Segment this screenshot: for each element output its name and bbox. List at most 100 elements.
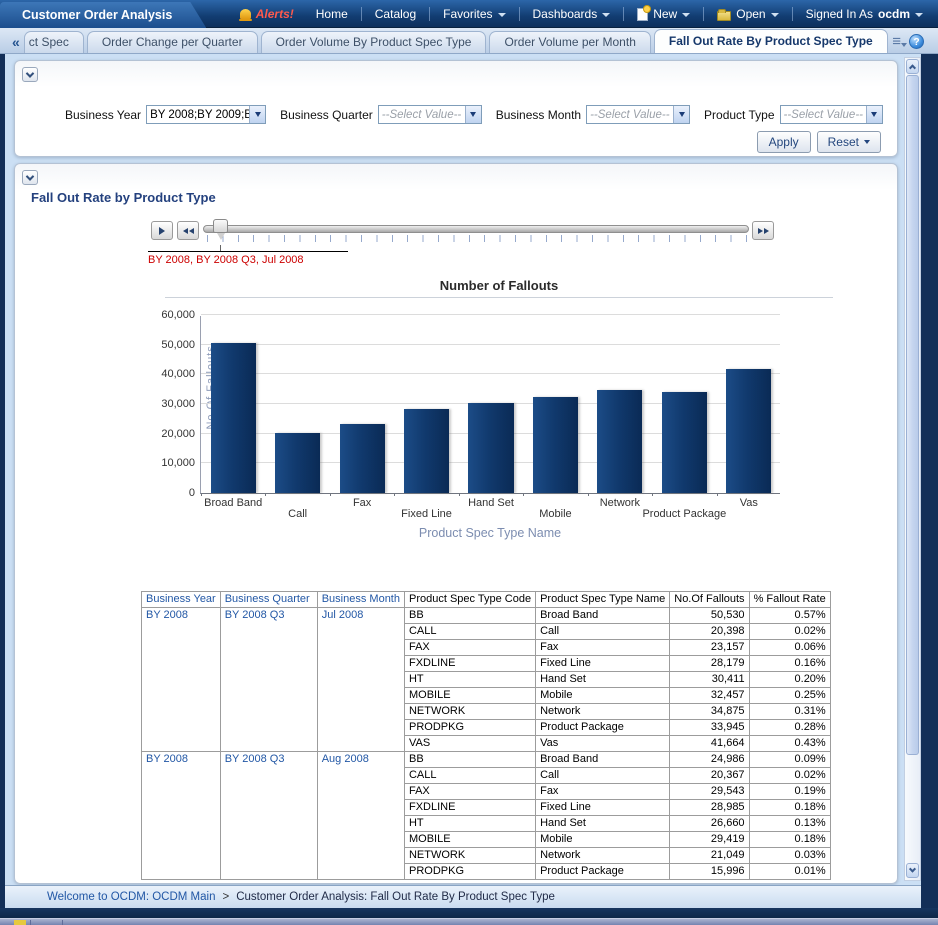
table-cell: 0.02% [749, 768, 830, 784]
nav-dashboards[interactable]: Dashboards [524, 7, 620, 21]
column-header[interactable]: Business Month [317, 592, 404, 608]
chart-title-rule [165, 297, 833, 298]
table-cell: 30,411 [670, 672, 749, 688]
column-header[interactable]: % Fallout Rate [749, 592, 830, 608]
dashboard-tabbar: « ct Spec Order Change per Quarter Order… [0, 28, 938, 54]
bar-call[interactable] [275, 433, 320, 494]
taskbar-item[interactable] [14, 920, 26, 925]
menu-divider [519, 7, 520, 21]
dropdown-arrow-icon[interactable] [673, 106, 689, 123]
page-options-icon[interactable]: ≡ [892, 37, 901, 47]
slider-thumb[interactable] [213, 219, 228, 233]
nav-catalog[interactable]: Catalog [366, 7, 425, 21]
bar-fax[interactable] [340, 424, 385, 493]
x-axis-label: Product Spec Type Name [200, 526, 780, 540]
bar-hand-set[interactable] [468, 403, 513, 493]
fast-forward-icon [764, 228, 769, 234]
tab-product-spec[interactable]: ct Spec [24, 31, 84, 53]
table-cell: Broad Band [536, 752, 670, 768]
table-cell: Network [536, 848, 670, 864]
nav-open[interactable]: Open [708, 7, 787, 21]
vertical-scrollbar[interactable] [904, 57, 921, 881]
slider-rewind-button[interactable] [177, 221, 199, 240]
bar-network[interactable] [597, 390, 642, 493]
table-cell: 0.57% [749, 608, 830, 624]
x-tick-label: Call [288, 508, 307, 520]
table-cell: 24,986 [670, 752, 749, 768]
table-cell: 41,664 [670, 736, 749, 752]
table-cell: FXDLINE [404, 656, 535, 672]
gridline [201, 373, 780, 374]
bar-vas[interactable] [726, 369, 771, 493]
slider-play-button[interactable] [151, 221, 173, 240]
table-cell: 0.06% [749, 640, 830, 656]
bar-broad-band[interactable] [211, 343, 256, 493]
bar-mobile[interactable] [533, 397, 578, 493]
slider-fastforward-button[interactable] [752, 221, 774, 240]
signed-in-menu[interactable]: Signed In As ocdm [797, 7, 932, 21]
table-cell: Hand Set [536, 672, 670, 688]
menu-divider [703, 7, 704, 21]
table-cell: 0.13% [749, 816, 830, 832]
chart-title: Number of Fallouts [165, 278, 833, 293]
help-icon[interactable]: ? [909, 34, 924, 49]
tabs-scroll-left-icon[interactable]: « [0, 34, 24, 53]
nav-favorites[interactable]: Favorites [434, 7, 514, 21]
column-header[interactable]: Product Spec Type Code [404, 592, 535, 608]
table-cell: 0.16% [749, 656, 830, 672]
table-header-row: Business YearBusiness QuarterBusiness Mo… [142, 592, 831, 608]
column-header[interactable]: Product Spec Type Name [536, 592, 670, 608]
menu-divider [792, 7, 793, 21]
slider-track[interactable] [203, 225, 749, 233]
bar-product-package[interactable] [662, 392, 707, 493]
table-cell: HT [404, 816, 535, 832]
bar-fixed-line[interactable] [404, 409, 449, 493]
scrollbar-thumb[interactable] [906, 75, 919, 755]
table-cell: 0.31% [749, 704, 830, 720]
table-body: BY 2008BY 2008 Q3Jul 2008BB Broad Band 50,… [142, 608, 831, 880]
business-year-select[interactable]: BY 2008;BY 2009;BY 2 [146, 105, 266, 124]
breadcrumb-home-link[interactable]: Welcome to OCDM: OCDM Main [47, 891, 215, 903]
table-cell: Call [536, 624, 670, 640]
x-tick-label: Network [600, 497, 640, 509]
tab-order-change-per-quarter[interactable]: Order Change per Quarter [87, 31, 258, 53]
business-month-select[interactable]: --Select Value-- [586, 105, 690, 124]
table-cell: 50,530 [670, 608, 749, 624]
column-header[interactable]: Business Quarter [220, 592, 317, 608]
column-header[interactable]: No.Of Fallouts [670, 592, 749, 608]
reset-button[interactable]: Reset [817, 131, 881, 153]
table-cell: 0.18% [749, 800, 830, 816]
product-type-select[interactable]: --Select Value-- [780, 105, 883, 124]
dropdown-arrow-icon[interactable] [866, 106, 882, 123]
scroll-down-button[interactable] [906, 863, 919, 878]
group-cell: Jul 2008 [317, 608, 404, 752]
alerts-link[interactable]: Alerts! [231, 7, 303, 21]
table-cell: Vas [536, 736, 670, 752]
tab-fall-out-rate-active[interactable]: Fall Out Rate By Product Spec Type [654, 29, 888, 53]
tab-order-volume-by-product-spec-type[interactable]: Order Volume By Product Spec Type [261, 31, 487, 53]
table-cell: 0.09% [749, 752, 830, 768]
table-cell: 20,367 [670, 768, 749, 784]
dropdown-arrow-icon[interactable] [465, 106, 481, 123]
group-cell: BY 2008 [142, 752, 221, 880]
x-tick-label: Broad Band [204, 497, 262, 509]
business-quarter-select[interactable]: --Select Value-- [378, 105, 482, 124]
table-cell: BB [404, 608, 535, 624]
collapse-filters-button[interactable] [22, 67, 38, 82]
nav-home[interactable]: Home [307, 7, 357, 21]
dropdown-arrow-icon[interactable] [249, 106, 265, 123]
scroll-up-button[interactable] [906, 59, 919, 74]
group-cell: BY 2008 Q3 [220, 608, 317, 752]
table-cell: Fixed Line [536, 800, 670, 816]
chevron-down-icon [26, 172, 34, 180]
apply-button[interactable]: Apply [757, 131, 811, 153]
column-header[interactable]: Business Year [142, 592, 221, 608]
tab-order-volume-per-month[interactable]: Order Volume per Month [489, 31, 650, 53]
y-tick-label: 10,000 [161, 457, 201, 469]
x-tick-label: Product Package [642, 508, 726, 520]
collapse-report-button[interactable] [22, 170, 38, 185]
nav-new[interactable]: New [628, 7, 699, 21]
table-cell: Mobile [536, 688, 670, 704]
group-cell: BY 2008 [142, 608, 221, 752]
x-tick-label: Fixed Line [401, 508, 452, 520]
